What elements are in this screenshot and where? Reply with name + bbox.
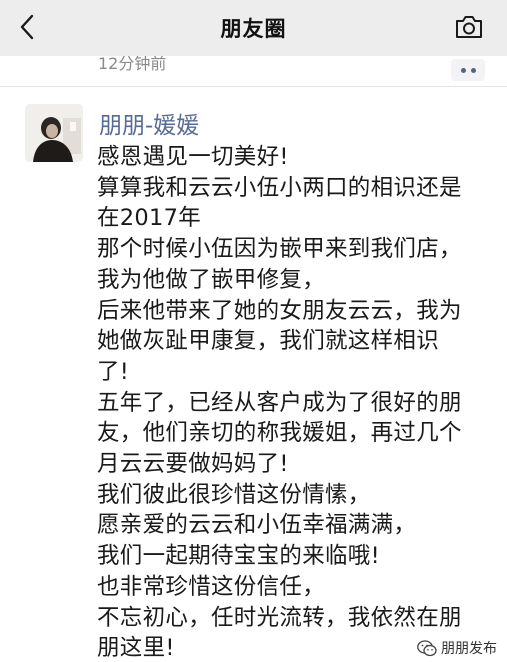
post-text-line: 感恩遇见一切美好! bbox=[97, 144, 289, 170]
watermark-text: 朋朋发布 bbox=[441, 641, 497, 657]
navbar: 朋友圈 bbox=[0, 0, 507, 56]
post-text-line: 她做灰趾甲康复，我们就这样相识 bbox=[97, 328, 440, 355]
post-text-line: 我们一起期待宝宝的来临哦! bbox=[97, 543, 380, 570]
more-options-button[interactable] bbox=[451, 59, 485, 81]
post-text-line: 我们彼此很珍惜这份情愫， bbox=[97, 481, 371, 508]
wechat-icon bbox=[417, 639, 437, 656]
post-text-line: 在2017年 bbox=[97, 205, 202, 232]
author-name[interactable]: 朋朋-媛媛 bbox=[99, 106, 199, 140]
post-divider bbox=[0, 86, 507, 87]
post-text-line: 月云云要做妈妈了! bbox=[97, 451, 289, 478]
page-title: 朋友圈 bbox=[220, 17, 287, 41]
chevron-left-icon bbox=[20, 14, 34, 40]
avatar-image bbox=[25, 104, 83, 162]
more-dot-icon bbox=[460, 67, 466, 73]
post-text-line: 了! bbox=[97, 358, 130, 385]
post-timestamp: 12分钟前 bbox=[98, 56, 167, 73]
avatar[interactable] bbox=[25, 104, 83, 162]
more-dot-icon bbox=[470, 67, 476, 73]
camera-icon bbox=[456, 16, 482, 38]
previous-post-footer: 12分钟前 bbox=[0, 56, 507, 86]
post-text-line: 不忘初心，任时光流转，我依然在朋 bbox=[97, 604, 462, 631]
post-content: 感恩遇见一切美好! 算算我和云云小伍小两口的相识还是 在2017年 那个时候小伍… bbox=[97, 142, 492, 662]
post-text-line: 也非常珍惜这份信任， bbox=[97, 573, 326, 600]
back-button[interactable] bbox=[10, 10, 44, 44]
camera-button[interactable] bbox=[453, 12, 485, 42]
post-text-line: 我为他做了嵌甲修复， bbox=[97, 266, 326, 293]
post-text-line: 友，他们亲切的称我媛姐，再过几个 bbox=[97, 420, 462, 447]
post-text-line: 那个时候小伍因为嵌甲来到我们店， bbox=[97, 236, 462, 263]
post-text-line: 算算我和云云小伍小两口的相识还是 bbox=[97, 174, 462, 201]
post-text-line: 后来他带来了她的女朋友云云，我为 bbox=[97, 297, 462, 324]
post-text-line: 五年了，已经从客户成为了很好的朋 bbox=[97, 389, 462, 416]
watermark: 朋朋发布 bbox=[417, 638, 497, 658]
post-text-line: 愿亲爱的云云和小伍幸福满满， bbox=[97, 512, 417, 539]
